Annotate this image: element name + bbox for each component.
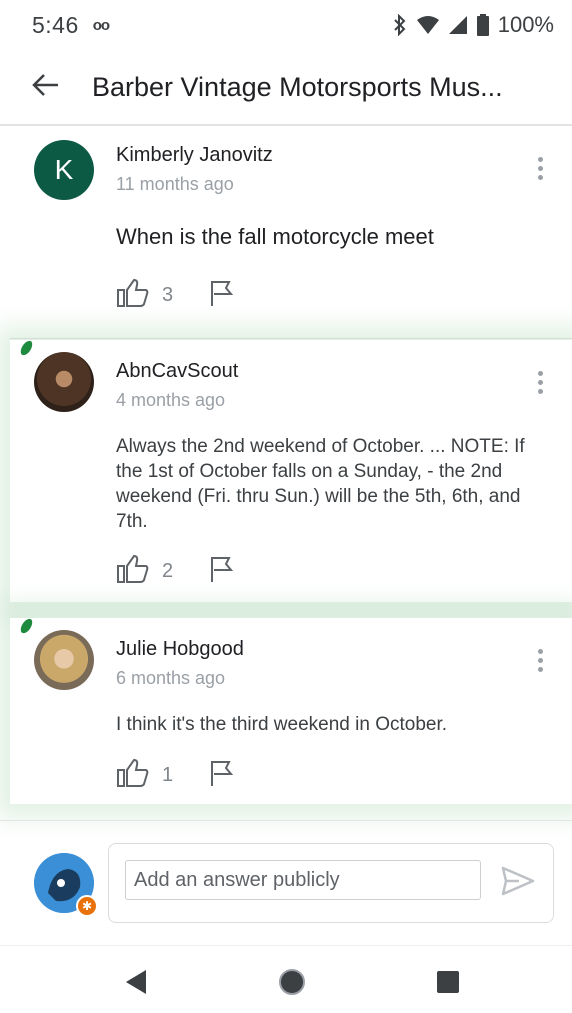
answer-card: AbnCavScout 4 months ago Always the 2nd … [10,338,572,602]
square-recents-icon [436,970,460,999]
flag-icon [209,555,235,588]
back-button[interactable] [0,49,92,125]
arrow-back-icon [32,73,60,102]
more-options-button[interactable] [530,640,550,680]
bluetooth-icon [392,14,408,36]
time-ago: 4 months ago [116,390,226,410]
question-actions: 3 [116,278,235,313]
answer-input[interactable] [125,860,481,900]
compose-box [108,843,554,923]
time-ago: 6 months ago [116,668,226,688]
dot [537,370,543,376]
compose-area: ✱ [0,820,572,942]
send-icon [501,866,535,900]
dot [537,156,543,162]
circle-home-icon [277,967,307,1002]
dot [537,174,543,180]
nav-recents-button[interactable] [428,964,468,1004]
report-button[interactable] [209,555,235,588]
status-bar: 5:46 oo 100% [0,0,572,50]
like-count: 3 [162,284,174,306]
answer-card: Julie Hobgood 6 months ago I think it's … [10,616,572,804]
voicemail-icon: oo [92,16,110,34]
dot [537,379,543,385]
status-icons: 100% [392,12,554,38]
battery-percentage: 100% [497,12,554,37]
like-count: 1 [162,764,174,786]
system-nav-bar [0,945,572,1013]
avatar[interactable] [34,352,94,412]
nav-home-button[interactable] [272,964,312,1004]
battery-icon [476,14,490,36]
status-time: 5:46 [32,11,79,38]
wifi-icon [416,15,440,35]
send-button[interactable] [501,866,535,901]
dot [537,648,543,654]
answer-text: Always the 2nd weekend of October. ... N… [116,436,525,532]
author-name: AbnCavScout [116,360,239,382]
local-guide-badge-icon: ✱ [76,895,98,917]
like-button[interactable]: 3 [116,278,173,313]
dot [537,666,543,672]
report-button[interactable] [209,759,235,792]
author-name: Kimberly Janovitz [116,144,273,166]
more-options-button[interactable] [530,148,550,188]
more-options-button[interactable] [530,362,550,402]
avatar-letter: K [54,154,74,185]
answer-actions: 1 [116,758,235,793]
thumbs-up-icon [116,278,150,313]
dot [537,388,543,394]
triangle-back-icon [124,969,148,1000]
answer-actions: 2 [116,554,235,589]
report-button[interactable] [209,279,235,312]
cell-signal-icon [448,15,468,35]
time-ago: 11 months ago [116,174,234,194]
dot [537,657,543,663]
divider [10,338,572,339]
app-bar: Barber Vintage Motorsports Mus... [0,50,572,126]
page-title: Barber Vintage Motorsports Mus... [92,71,503,102]
flag-icon [209,279,235,312]
highlight-marker [19,338,34,358]
author-name: Julie Hobgood [116,638,244,660]
like-button[interactable]: 1 [116,758,173,793]
flag-icon [209,759,235,792]
avatar[interactable] [34,630,94,690]
question-card: K Kimberly Janovitz 11 months ago When i… [10,128,572,338]
thumbs-up-icon [116,758,150,793]
thumbs-up-icon [116,554,150,589]
dot [537,165,543,171]
highlight-marker [19,616,34,636]
nav-back-button[interactable] [116,964,156,1004]
user-avatar[interactable]: ✱ [34,853,98,917]
like-button[interactable]: 2 [116,554,173,589]
question-text: When is the fall motorcycle meet [116,224,434,249]
like-count: 2 [162,560,174,582]
answer-text: I think it's the third weekend in Octobe… [116,714,448,735]
avatar[interactable]: K [34,140,94,200]
